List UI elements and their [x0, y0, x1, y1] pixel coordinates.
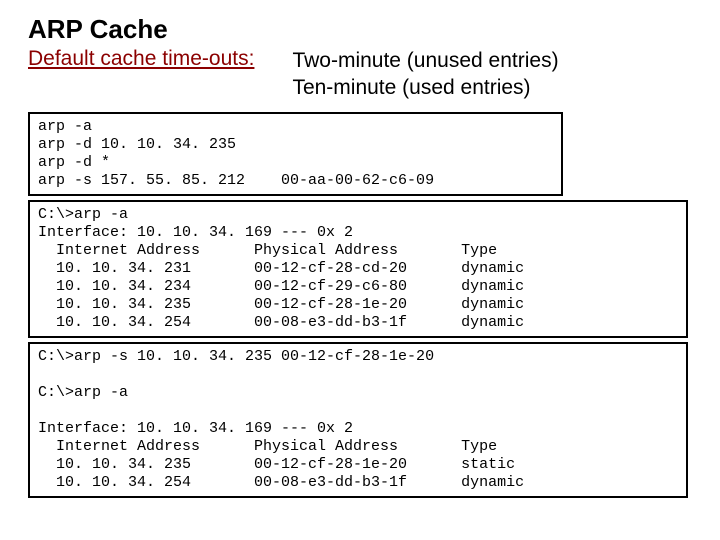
subhead-row: Default cache time-outs: Two-minute (unu… [26, 47, 694, 102]
timeout-line-2: Ten-minute (used entries) [292, 74, 558, 101]
timeouts-text: Two-minute (unused entries) Ten-minute (… [292, 47, 558, 102]
subhead-label: Default cache time-outs: [28, 47, 254, 71]
code-block-arp-output-after: C:\>arp -s 10. 10. 34. 235 00-12-cf-28-1… [28, 342, 688, 498]
page: ARP Cache Default cache time-outs: Two-m… [0, 0, 720, 512]
timeout-line-1: Two-minute (unused entries) [292, 47, 558, 74]
page-title: ARP Cache [28, 14, 694, 45]
code-block-commands: arp -a arp -d 10. 10. 34. 235 arp -d * a… [28, 112, 563, 196]
code-block-arp-output-before: C:\>arp -a Interface: 10. 10. 34. 169 --… [28, 200, 688, 338]
